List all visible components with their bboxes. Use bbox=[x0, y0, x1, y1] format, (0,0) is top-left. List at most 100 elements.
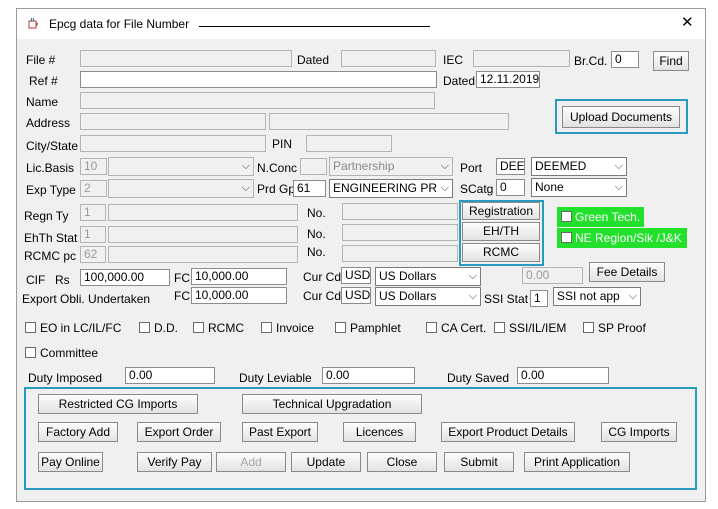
name-field[interactable] bbox=[80, 92, 435, 109]
fee-details-button[interactable]: Fee Details bbox=[589, 262, 665, 282]
checkbox-sp-proof[interactable]: SP Proof bbox=[583, 321, 653, 335]
ref-number-label: Ref # bbox=[29, 74, 58, 88]
ehth-stat-label: EhTh Stat bbox=[24, 231, 78, 245]
file-number-field[interactable] bbox=[80, 50, 292, 67]
checkbox-pamphlet[interactable]: Pamphlet bbox=[335, 321, 410, 335]
dated-field[interactable] bbox=[341, 50, 436, 67]
cif-cur-code[interactable]: USD bbox=[341, 267, 371, 284]
close-button[interactable]: Close bbox=[367, 452, 437, 472]
checkbox-invoice[interactable]: Invoice bbox=[261, 321, 321, 335]
cif-fc-field[interactable]: 10,000.00 bbox=[191, 268, 287, 285]
cif-currency-select[interactable]: US Dollars ⌵ bbox=[375, 267, 481, 286]
dd-label: D.D. bbox=[154, 321, 178, 335]
address-field-2[interactable] bbox=[269, 113, 509, 130]
rcmc-no-field[interactable] bbox=[342, 245, 458, 262]
rcmc-pc-field[interactable] bbox=[108, 246, 298, 263]
duty-saved-field[interactable]: 0.00 bbox=[517, 367, 609, 384]
find-button[interactable]: Find bbox=[653, 51, 689, 71]
address-field-1[interactable] bbox=[80, 113, 266, 130]
registration-button[interactable]: Registration bbox=[462, 202, 540, 220]
ssi-checkbox[interactable] bbox=[494, 322, 505, 333]
export-currency-select[interactable]: US Dollars ⌵ bbox=[375, 287, 481, 306]
scatg-code[interactable]: 0 bbox=[496, 179, 525, 196]
upload-documents-button[interactable]: Upload Documents bbox=[562, 106, 680, 128]
export-order-button[interactable]: Export Order bbox=[137, 422, 221, 442]
pin-field[interactable] bbox=[306, 135, 392, 152]
committee-checkbox[interactable] bbox=[25, 347, 36, 358]
export-cur-code[interactable]: USD bbox=[341, 287, 371, 304]
rcmc-pc-code[interactable]: 62 bbox=[80, 246, 106, 263]
duty-imposed-field[interactable]: 0.00 bbox=[125, 367, 215, 384]
export-obli-label: Export Obli. Undertaken bbox=[22, 292, 151, 306]
checkbox-dd[interactable]: D.D. bbox=[139, 321, 189, 335]
ehth-stat-field[interactable] bbox=[108, 226, 298, 243]
invoice-checkbox[interactable] bbox=[261, 322, 272, 333]
close-icon[interactable]: ✕ bbox=[681, 15, 694, 30]
cif-rs-field[interactable]: 100,000.00 bbox=[80, 269, 170, 286]
scatg-select[interactable]: None ⌵ bbox=[531, 178, 627, 197]
checkbox-ssi[interactable]: SSI/IL/IEM bbox=[494, 321, 574, 335]
dd-checkbox[interactable] bbox=[139, 322, 150, 333]
licences-button[interactable]: Licences bbox=[343, 422, 416, 442]
exp-type-select[interactable]: ⌵ bbox=[108, 179, 254, 198]
lic-basis-code[interactable]: 10 bbox=[80, 158, 107, 175]
restricted-cg-imports-button[interactable]: Restricted CG Imports bbox=[38, 394, 198, 414]
checkbox-rcmc[interactable]: RCMC bbox=[193, 321, 253, 335]
regn-no-field[interactable] bbox=[342, 203, 458, 220]
iec-field[interactable] bbox=[473, 50, 570, 67]
port-code[interactable]: DEE bbox=[496, 158, 525, 175]
city-field[interactable] bbox=[80, 135, 266, 152]
cif-disabled-field[interactable]: 0.00 bbox=[522, 267, 583, 284]
nconc-value: Partnership bbox=[333, 159, 395, 173]
ehth-button[interactable]: EH/TH bbox=[462, 222, 540, 241]
green-tech-option[interactable]: Green Tech. bbox=[557, 207, 644, 227]
regn-type-code[interactable]: 1 bbox=[80, 204, 106, 221]
ca-cert-checkbox[interactable] bbox=[426, 322, 437, 333]
nconc-select[interactable]: Partnership ⌵ bbox=[329, 157, 453, 176]
committee-label: Committee bbox=[40, 346, 99, 360]
port-select[interactable]: DEEMED ⌵ bbox=[531, 157, 627, 176]
checkbox-eo[interactable]: EO in LC/IL/FC bbox=[25, 321, 130, 335]
ne-region-option[interactable]: NE Region/Sik /J&K bbox=[557, 228, 687, 248]
branch-code-field[interactable]: 0 bbox=[611, 51, 639, 68]
ne-region-checkbox[interactable] bbox=[561, 232, 572, 243]
rcmc-checkbox[interactable] bbox=[193, 322, 204, 333]
prd-gp-select[interactable]: ENGINEERING PR ⌵ bbox=[329, 179, 453, 198]
regn-type-field[interactable] bbox=[108, 204, 298, 221]
lic-basis-select[interactable]: ⌵ bbox=[108, 157, 254, 176]
sp-proof-checkbox[interactable] bbox=[583, 322, 594, 333]
prd-gp-code[interactable]: 61 bbox=[293, 180, 326, 197]
update-button[interactable]: Update bbox=[291, 452, 361, 472]
duty-leviable-label: Duty Leviable bbox=[239, 371, 312, 385]
submit-button[interactable]: Submit bbox=[444, 452, 514, 472]
cg-imports-button[interactable]: CG Imports bbox=[601, 422, 677, 442]
chevron-down-icon: ⌵ bbox=[614, 181, 623, 193]
technical-upgradation-button[interactable]: Technical Upgradation bbox=[242, 394, 422, 414]
java-cup-icon bbox=[27, 17, 40, 30]
eo-checkbox[interactable] bbox=[25, 322, 36, 333]
ehth-no-field[interactable] bbox=[342, 224, 458, 241]
exp-type-code[interactable]: 2 bbox=[80, 180, 107, 197]
dated-field-2[interactable]: 12.11.2019 bbox=[476, 71, 540, 88]
factory-add-button[interactable]: Factory Add bbox=[38, 422, 118, 442]
checkbox-committee[interactable]: Committee bbox=[25, 346, 115, 360]
rcmc-button[interactable]: RCMC bbox=[462, 243, 540, 262]
print-application-button[interactable]: Print Application bbox=[524, 452, 630, 472]
ssi-stat-select[interactable]: SSI not app ⌵ bbox=[553, 287, 641, 306]
export-fc-field[interactable]: 10,000.00 bbox=[191, 287, 287, 304]
duty-leviable-field[interactable]: 0.00 bbox=[322, 367, 415, 384]
checkbox-ca-cert[interactable]: CA Cert. bbox=[426, 321, 491, 335]
export-product-details-button[interactable]: Export Product Details bbox=[441, 422, 575, 442]
pay-online-button[interactable]: Pay Online bbox=[38, 452, 103, 472]
nconc-code[interactable] bbox=[300, 158, 327, 175]
green-tech-checkbox[interactable] bbox=[561, 211, 572, 222]
export-cur-label: Cur Cd bbox=[303, 289, 342, 303]
prd-gp-label: Prd Gp bbox=[257, 182, 296, 196]
ehth-stat-code[interactable]: 1 bbox=[80, 226, 106, 243]
verify-pay-button[interactable]: Verify Pay bbox=[137, 452, 212, 472]
ssi-stat-code[interactable]: 1 bbox=[530, 290, 548, 307]
add-button[interactable]: Add bbox=[216, 452, 286, 472]
pamphlet-checkbox[interactable] bbox=[335, 322, 346, 333]
ref-number-field[interactable] bbox=[80, 71, 437, 88]
past-export-button[interactable]: Past Export bbox=[242, 422, 318, 442]
